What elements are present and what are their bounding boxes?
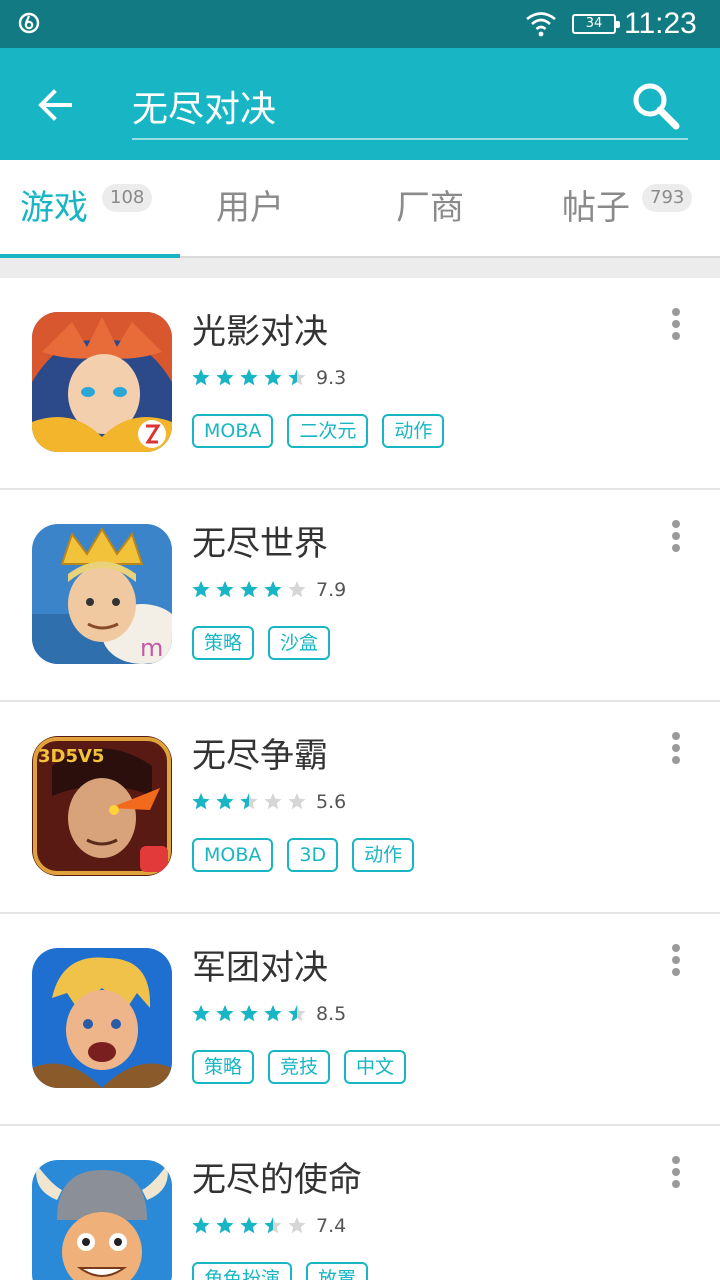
rating-score: 7.9 bbox=[316, 579, 347, 601]
tab-label: 帖子 bbox=[562, 188, 630, 228]
tab-label: 游戏 bbox=[20, 188, 88, 228]
star-filled-icon bbox=[264, 581, 282, 598]
game-icon-juntuan-duijue bbox=[32, 948, 172, 1088]
list-item[interactable]: 光影对决 9.3 MOBA 二次元 动作 bbox=[0, 278, 720, 490]
game-icon-wujin-de-shiming bbox=[32, 1160, 172, 1280]
game-name: 军团对决 bbox=[192, 948, 328, 988]
star-filled-icon bbox=[192, 581, 210, 598]
star-empty-icon bbox=[288, 793, 306, 810]
rating-score: 5.6 bbox=[316, 791, 347, 813]
game-icon-wujin-zhengba: 3D5V5 bbox=[32, 736, 172, 876]
tag-chip[interactable]: MOBA bbox=[192, 838, 274, 872]
category-tabs: 游戏 108 用户 厂商 帖子 793 bbox=[0, 160, 720, 258]
tag-chip[interactable]: 策略 bbox=[192, 626, 255, 660]
section-divider bbox=[0, 258, 720, 278]
star-filled-icon bbox=[216, 369, 234, 386]
tag-list: 策略 沙盒 bbox=[192, 626, 344, 660]
tab-label: 厂商 bbox=[396, 188, 464, 228]
status-bar: 34 11:23 bbox=[0, 0, 720, 48]
list-item[interactable]: 无尽的使命 7.4 角色扮演 放置 bbox=[0, 1126, 720, 1280]
star-rating bbox=[192, 793, 306, 810]
tab-count-badge: 108 bbox=[102, 184, 153, 212]
game-name: 无尽争霸 bbox=[192, 736, 328, 776]
star-filled-icon bbox=[264, 1005, 282, 1022]
tag-chip[interactable]: 放置 bbox=[306, 1262, 369, 1280]
star-empty-icon bbox=[288, 1217, 306, 1234]
list-item[interactable]: 3D5V5 无尽争霸 5.6 MOBA 3D 动作 bbox=[0, 702, 720, 914]
star-filled-icon bbox=[192, 1005, 210, 1022]
star-filled-icon bbox=[192, 793, 210, 810]
search-field bbox=[132, 72, 688, 140]
search-icon[interactable] bbox=[626, 78, 686, 134]
game-name: 无尽的使命 bbox=[192, 1160, 362, 1200]
star-rating bbox=[192, 369, 306, 386]
star-filled-icon bbox=[240, 1005, 258, 1022]
svg-text:m: m bbox=[140, 634, 163, 662]
tag-chip[interactable]: 沙盒 bbox=[268, 626, 331, 660]
tag-list: MOBA 3D 动作 bbox=[192, 838, 428, 872]
star-empty-icon bbox=[288, 581, 306, 598]
more-options-icon[interactable] bbox=[662, 518, 690, 558]
game-result-list: 光影对决 9.3 MOBA 二次元 动作 m 无尽世界 7.9 策略 沙盒 3D… bbox=[0, 278, 720, 1280]
more-options-icon[interactable] bbox=[662, 306, 690, 346]
tag-chip[interactable]: MOBA bbox=[192, 414, 274, 448]
star-filled-icon bbox=[216, 1217, 234, 1234]
game-name: 无尽世界 bbox=[192, 524, 328, 564]
rating-score: 9.3 bbox=[316, 367, 347, 389]
tag-chip[interactable]: 中文 bbox=[344, 1050, 407, 1084]
game-name: 光影对决 bbox=[192, 312, 328, 352]
tag-chip[interactable]: 动作 bbox=[352, 838, 415, 872]
tag-chip[interactable]: 3D bbox=[287, 838, 339, 872]
tag-chip[interactable]: 角色扮演 bbox=[192, 1262, 293, 1280]
search-input[interactable] bbox=[132, 78, 612, 134]
tab-games[interactable]: 游戏 108 bbox=[0, 160, 180, 258]
star-filled-icon bbox=[192, 1217, 210, 1234]
clock: 11:23 bbox=[624, 7, 697, 40]
list-item[interactable]: m 无尽世界 7.9 策略 沙盒 bbox=[0, 490, 720, 702]
star-rating bbox=[192, 581, 306, 598]
game-icon-wujin-shijie: m bbox=[32, 524, 172, 664]
tag-list: MOBA 二次元 动作 bbox=[192, 414, 458, 448]
star-filled-icon bbox=[240, 581, 258, 598]
search-toolbar bbox=[0, 48, 720, 160]
star-rating bbox=[192, 1217, 306, 1234]
more-options-icon[interactable] bbox=[662, 730, 690, 770]
star-filled-icon bbox=[216, 581, 234, 598]
tab-posts[interactable]: 帖子 793 bbox=[540, 160, 720, 256]
wifi-icon bbox=[526, 12, 556, 37]
star-filled-icon bbox=[240, 369, 258, 386]
svg-text:3D5V5: 3D5V5 bbox=[38, 746, 104, 767]
tag-list: 策略 竞技 中文 bbox=[192, 1050, 420, 1084]
list-item[interactable]: 军团对决 8.5 策略 竞技 中文 bbox=[0, 914, 720, 1126]
more-options-icon[interactable] bbox=[662, 942, 690, 982]
star-filled-icon bbox=[240, 1217, 258, 1234]
tag-chip[interactable]: 策略 bbox=[192, 1050, 255, 1084]
rating-score: 8.5 bbox=[316, 1003, 347, 1025]
tag-chip[interactable]: 动作 bbox=[382, 414, 445, 448]
star-empty-icon bbox=[264, 793, 282, 810]
app-notification-icon bbox=[18, 12, 40, 34]
rating-score: 7.4 bbox=[316, 1215, 347, 1237]
tag-chip[interactable]: 竞技 bbox=[268, 1050, 331, 1084]
more-options-icon[interactable] bbox=[662, 1154, 690, 1194]
game-icon-guangying bbox=[32, 312, 172, 452]
star-filled-icon bbox=[216, 1005, 234, 1022]
star-filled-icon bbox=[264, 369, 282, 386]
star-filled-icon bbox=[192, 369, 210, 386]
star-rating bbox=[192, 1005, 306, 1022]
tab-users[interactable]: 用户 bbox=[180, 160, 360, 256]
tab-label: 用户 bbox=[216, 188, 284, 228]
battery-icon: 34 bbox=[572, 14, 620, 34]
tag-list: 角色扮演 放置 bbox=[192, 1262, 382, 1280]
tab-count-badge: 793 bbox=[642, 184, 693, 212]
tag-chip[interactable]: 二次元 bbox=[287, 414, 369, 448]
tab-vendors[interactable]: 厂商 bbox=[360, 160, 540, 256]
star-filled-icon bbox=[216, 793, 234, 810]
back-arrow-icon[interactable] bbox=[30, 80, 80, 130]
